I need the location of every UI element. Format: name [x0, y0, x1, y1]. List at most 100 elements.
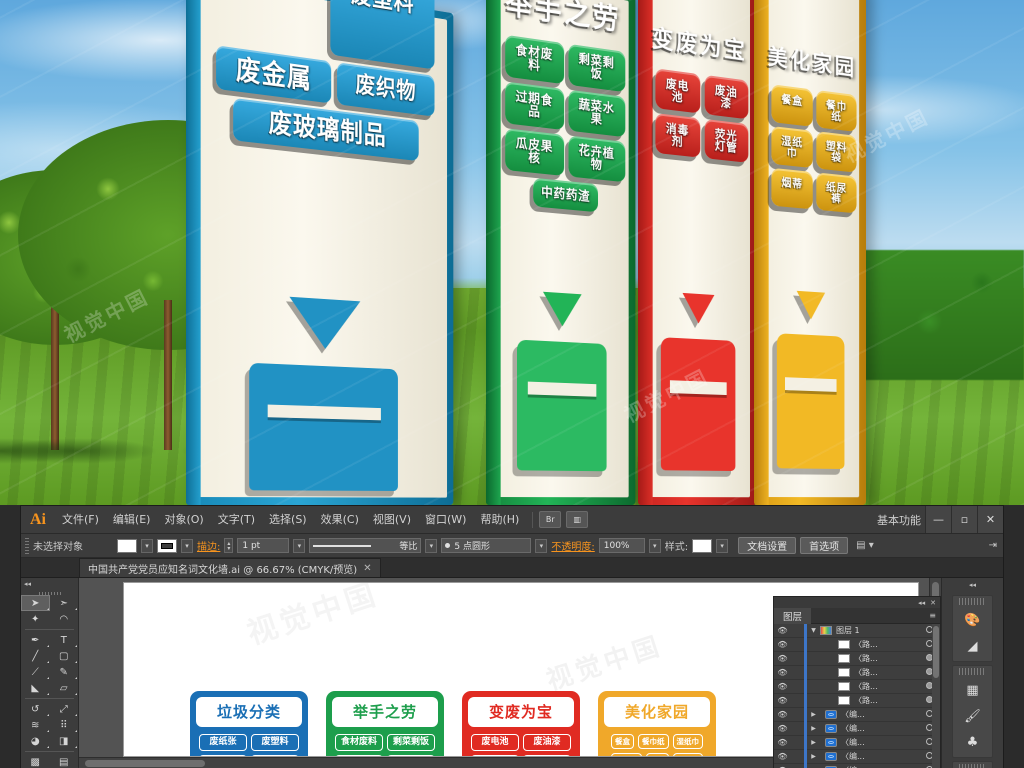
shape-builder-tool[interactable]: ◕	[21, 733, 50, 749]
tab-layers[interactable]: 图层	[774, 608, 811, 624]
layer-row[interactable]: 👁 〈路...	[774, 666, 940, 680]
panel-menu-icon[interactable]: ≡	[929, 611, 940, 620]
control-panel-menu-icon[interactable]: ⇥	[989, 540, 1003, 551]
dock-collapse-icon[interactable]: ◂◂	[942, 578, 1003, 592]
layer-name[interactable]: 〈路...	[854, 695, 918, 706]
collapse-icon[interactable]: ◂◂	[918, 599, 925, 607]
stroke-profile-dropdown[interactable]: ▾	[425, 539, 437, 553]
close-icon[interactable]: ✕	[363, 563, 371, 574]
fill-dropdown-arrow[interactable]: ▾	[141, 539, 153, 553]
close-icon[interactable]: ✕	[930, 599, 936, 607]
layer-row[interactable]: 👁 〈路...	[774, 652, 940, 666]
lasso-tool[interactable]: ◠	[50, 611, 79, 627]
visibility-icon[interactable]: 👁	[774, 654, 791, 663]
layer-row[interactable]: 👁 〈路...	[774, 638, 940, 652]
opacity-dropdown[interactable]: ▾	[649, 539, 661, 553]
visibility-icon[interactable]: 👁	[774, 710, 791, 719]
chevron-right-icon[interactable]: ▶	[807, 753, 820, 760]
dock-group-grip[interactable]	[959, 764, 986, 768]
scale-tool[interactable]: ⤢	[50, 701, 79, 717]
chevron-right-icon[interactable]: ▶	[807, 739, 820, 746]
card-other[interactable]: 美化家园 餐盒 餐巾纸 湿纸巾 塑料袋 烟蒂 纸尿裤 大骨头 贝壳 花盆	[598, 691, 716, 758]
graphic-style-swatch[interactable]	[692, 539, 712, 553]
menu-type[interactable]: 文字(T)	[211, 506, 262, 534]
maximize-button[interactable]: ▫	[951, 506, 977, 533]
control-overflow-icon[interactable]: ▤ ▾	[856, 540, 874, 551]
menu-file[interactable]: 文件(F)	[55, 506, 106, 534]
workspace-switcher[interactable]: 基本功能	[877, 512, 925, 528]
stroke-weight-input[interactable]: 1 pt	[237, 538, 289, 553]
paintbrush-tool[interactable]: ⟋	[21, 664, 50, 680]
visibility-icon[interactable]: 👁	[774, 640, 791, 649]
menu-window[interactable]: 窗口(W)	[418, 506, 473, 534]
visibility-icon[interactable]: 👁	[774, 626, 791, 635]
layer-row[interactable]: 👁 ▼ 图层 1	[774, 624, 940, 638]
stroke-weight-stepper[interactable]: ▴ ▾	[224, 538, 233, 553]
layer-name[interactable]: 〈路...	[854, 639, 918, 650]
visibility-icon[interactable]: 👁	[774, 668, 791, 677]
fill-color-swatch[interactable]	[117, 539, 137, 553]
arrange-documents-button[interactable]: ▥	[566, 511, 588, 528]
eraser-tool[interactable]: ▱	[50, 680, 79, 696]
rotate-tool[interactable]: ↺	[21, 701, 50, 717]
card-recyclable[interactable]: 垃圾分类 废纸张 废塑料 废金属 废织物	[190, 691, 308, 758]
stroke-color-swatch[interactable]	[157, 539, 177, 553]
mesh-tool[interactable]: ▩	[21, 754, 50, 768]
chevron-down-icon[interactable]: ▼	[807, 627, 820, 634]
menu-select[interactable]: 选择(S)	[262, 506, 314, 534]
layer-row[interactable]: 👁 ▶ 〈编...	[774, 722, 940, 736]
chevron-right-icon[interactable]: ▶	[807, 725, 820, 732]
layer-name[interactable]: 〈路...	[854, 653, 918, 664]
stroke-weight-dropdown[interactable]: ▾	[293, 539, 305, 553]
bridge-button[interactable]: Br	[539, 511, 561, 528]
layer-name[interactable]: 图层 1	[836, 625, 918, 636]
magic-wand-tool[interactable]: ✦	[21, 611, 50, 627]
brush-definition-select[interactable]: 5 点圆形	[441, 538, 531, 553]
stroke-dropdown-arrow[interactable]: ▾	[181, 539, 193, 553]
pen-tool[interactable]: ✒	[21, 632, 50, 648]
dock-group-grip[interactable]	[959, 598, 986, 605]
dock-group-grip[interactable]	[959, 668, 986, 675]
rectangle-tool[interactable]: ▢	[50, 648, 79, 664]
tools-panel-header[interactable]: ◂◂	[21, 578, 78, 589]
color-guide-panel-icon[interactable]: ◢	[953, 633, 992, 659]
layer-row[interactable]: 👁 ▶ 〈编...	[774, 750, 940, 764]
opacity-input[interactable]: 100%	[599, 538, 645, 553]
type-tool[interactable]: T	[50, 632, 79, 648]
stroke-profile-select[interactable]: 等比	[309, 538, 421, 553]
free-transform-tool[interactable]: ⠿	[50, 717, 79, 733]
blob-brush-tool[interactable]: ◣	[21, 680, 50, 696]
visibility-icon[interactable]: 👁	[774, 738, 791, 747]
swatches-panel-icon[interactable]: ▦	[953, 677, 992, 703]
pencil-tool[interactable]: ✎	[50, 664, 79, 680]
color-panel-icon[interactable]: 🎨	[953, 607, 992, 633]
layer-row[interactable]: 👁 ▶ 〈编...	[774, 708, 940, 722]
layer-row[interactable]: 👁 ▶ 〈编...	[774, 764, 940, 768]
gradient-tool[interactable]: ▤	[50, 754, 79, 768]
card-hazardous[interactable]: 变废为宝 废电池 废油漆 消毒剂 荧光灯管	[462, 691, 580, 758]
line-segment-tool[interactable]: ╱	[21, 648, 50, 664]
layer-row[interactable]: 👁 〈路...	[774, 694, 940, 708]
menu-effect[interactable]: 效果(C)	[314, 506, 366, 534]
symbols-panel-icon[interactable]: ♣	[953, 729, 992, 755]
visibility-icon[interactable]: 👁	[774, 752, 791, 761]
layer-name[interactable]: 〈编...	[841, 737, 918, 748]
scrollbar-thumb[interactable]	[85, 760, 205, 767]
width-tool[interactable]: ≋	[21, 717, 50, 733]
layer-name[interactable]: 〈编...	[841, 709, 918, 720]
preferences-button[interactable]: 首选项	[800, 537, 848, 554]
layer-row[interactable]: 👁 〈路...	[774, 680, 940, 694]
close-button[interactable]: ✕	[977, 506, 1003, 533]
brush-dropdown[interactable]: ▾	[535, 539, 547, 553]
menu-object[interactable]: 对象(O)	[157, 506, 210, 534]
minimize-button[interactable]: —	[925, 506, 951, 533]
menu-help[interactable]: 帮助(H)	[473, 506, 526, 534]
layer-name[interactable]: 〈编...	[841, 723, 918, 734]
layer-name[interactable]: 〈编...	[841, 751, 918, 762]
document-setup-button[interactable]: 文档设置	[738, 537, 796, 554]
chevron-right-icon[interactable]: ▶	[807, 711, 820, 718]
direct-selection-tool[interactable]: ➣	[50, 595, 79, 611]
collapse-icon[interactable]: ◂◂	[24, 580, 31, 588]
visibility-icon[interactable]: 👁	[774, 696, 791, 705]
scrollbar-thumb[interactable]	[933, 626, 939, 678]
